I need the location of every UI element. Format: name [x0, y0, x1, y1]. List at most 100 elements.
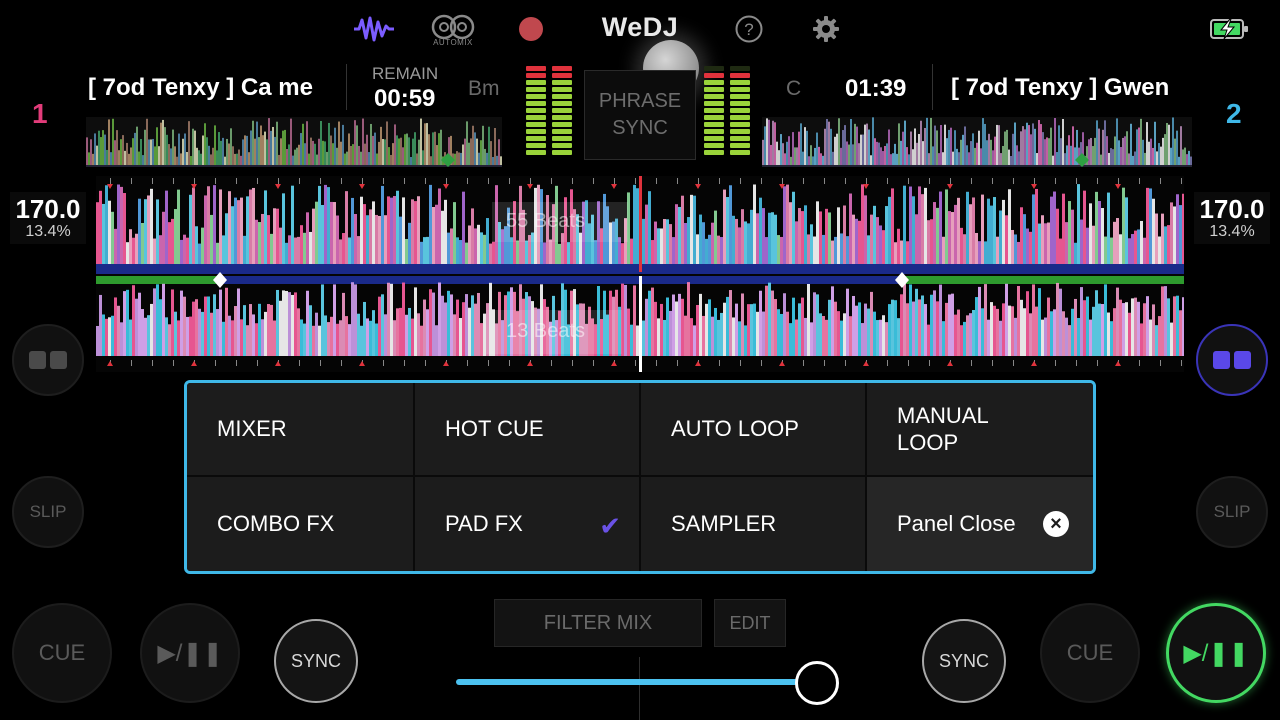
settings-icon[interactable]	[804, 10, 848, 48]
panel-auto-loop-button[interactable]: AUTO LOOP	[641, 383, 867, 477]
deck-2-sync-button[interactable]: SYNC	[922, 619, 1006, 703]
waveform-bar	[951, 293, 954, 356]
overview-bar	[994, 136, 996, 167]
waveform-bar	[147, 195, 150, 264]
waveform-bar	[1014, 234, 1017, 264]
deck-2-cue-button[interactable]: CUE	[1040, 603, 1140, 703]
meter-segment	[704, 94, 724, 99]
waveform-bar	[660, 303, 663, 356]
main-waveform-area[interactable]: 55 Beats 13 Beats	[96, 176, 1184, 372]
deck-2-view-toggle[interactable]	[1196, 324, 1268, 396]
overview-bar	[204, 123, 206, 167]
deck-1-slip-button[interactable]: SLIP	[12, 476, 84, 548]
waveform-bar	[291, 294, 294, 356]
waveform-icon[interactable]	[352, 10, 396, 48]
waveform-bar	[465, 242, 468, 264]
deck-1-track-title[interactable]: [ 7od Tenxy ] Ca me	[88, 74, 328, 102]
deck-2-slip-button[interactable]: SLIP	[1196, 476, 1268, 548]
deck-2-bpm-display[interactable]: 170.0 13.4%	[1194, 192, 1270, 244]
waveform-bar	[1074, 242, 1077, 264]
deck-1-play-pause-button[interactable]: ▶/❚❚	[140, 603, 240, 703]
overview-bar	[866, 123, 868, 167]
waveform-bar	[1020, 207, 1023, 264]
overview-bar	[198, 150, 200, 167]
deck-1-bpm-display[interactable]: 170.0 13.4%	[10, 192, 86, 244]
beat-tick	[467, 360, 468, 366]
panel-label: Panel Close	[897, 511, 1016, 536]
waveform-bar	[309, 231, 312, 264]
beat-tick	[488, 178, 489, 184]
panel-mixer-button[interactable]: MIXER	[187, 383, 415, 477]
beat-tick	[320, 178, 321, 184]
panel-manual-loop-button[interactable]: MANUAL LOOP	[867, 383, 1093, 477]
record-icon[interactable]	[509, 10, 553, 48]
beat-tick	[488, 360, 489, 366]
waveform-bar	[693, 195, 696, 264]
waveform-bar	[672, 237, 675, 264]
deck-1-view-toggle[interactable]	[12, 324, 84, 396]
deck-1-cue-button[interactable]: CUE	[12, 603, 112, 703]
waveform-bar	[168, 222, 171, 264]
waveform-bar	[957, 309, 960, 356]
overview-bar	[456, 151, 458, 167]
beat-tick	[425, 360, 426, 366]
waveform-bar	[468, 307, 471, 356]
waveform-bar	[909, 284, 912, 356]
deck-2-overview-waveform[interactable]	[762, 117, 1192, 167]
waveform-bar	[567, 242, 570, 264]
overview-bar	[434, 131, 436, 167]
overview-bar	[834, 136, 836, 167]
filter-mix-button[interactable]: FILTER MIX	[494, 599, 702, 647]
edit-button[interactable]: EDIT	[714, 599, 786, 647]
waveform-bar	[1056, 282, 1059, 356]
crossfader-track[interactable]	[456, 679, 818, 685]
waveform-bar	[366, 318, 369, 356]
waveform-bar	[108, 200, 111, 264]
overview-bar	[1152, 147, 1154, 167]
panel-close-button[interactable]: Panel Close ×	[867, 477, 1093, 571]
overview-bar	[438, 133, 440, 167]
overview-bar	[944, 124, 946, 167]
waveform-bar	[1020, 299, 1023, 356]
deck-1-sync-button[interactable]: SYNC	[274, 619, 358, 703]
deck-1-overview-waveform[interactable]	[86, 117, 502, 167]
overview-bar	[874, 138, 876, 167]
overview-bar	[1040, 124, 1042, 167]
overview-bar	[850, 119, 852, 167]
waveform-bar	[996, 236, 999, 264]
crossfader-knob[interactable]	[795, 661, 839, 705]
waveform-bar	[171, 218, 174, 264]
waveform-bar	[981, 308, 984, 356]
beat-tick	[152, 360, 153, 366]
waveform-bar	[405, 238, 408, 264]
help-icon[interactable]: ?	[727, 10, 771, 48]
overview-bar	[872, 117, 874, 167]
waveform-bar	[1101, 208, 1104, 264]
waveform-bar	[1044, 223, 1047, 264]
panel-combo-fx-button[interactable]: COMBO FX	[187, 477, 415, 571]
waveform-bar	[342, 233, 345, 264]
deck-2-play-pause-button[interactable]: ▶/❚❚	[1166, 603, 1266, 703]
waveform-bar	[324, 184, 327, 264]
waveform-bar	[657, 318, 660, 356]
waveform-bar	[219, 189, 222, 264]
waveform-bar	[1095, 290, 1098, 356]
waveform-bar	[963, 234, 966, 264]
waveform-bar	[306, 212, 309, 264]
overview-bar	[926, 117, 928, 167]
panel-sampler-button[interactable]: SAMPLER	[641, 477, 867, 571]
waveform-bar	[168, 324, 171, 356]
close-icon: ×	[1043, 511, 1069, 537]
waveform-bar	[1149, 188, 1152, 264]
deck-2-track-title[interactable]: [ 7od Tenxy ] Gwen	[951, 74, 1191, 102]
waveform-bar	[828, 299, 831, 356]
panel-pad-fx-button[interactable]: PAD FX ✔	[415, 477, 641, 571]
waveform-bar	[480, 323, 483, 356]
waveform-bar	[750, 304, 753, 356]
overview-bar	[1158, 143, 1160, 167]
panel-hot-cue-button[interactable]: HOT CUE	[415, 383, 641, 477]
phrase-sync-button[interactable]: PHRASE SYNC	[584, 70, 696, 160]
waveform-bar	[978, 286, 981, 356]
meter-segment	[552, 73, 572, 78]
waveform-bar	[270, 304, 273, 356]
